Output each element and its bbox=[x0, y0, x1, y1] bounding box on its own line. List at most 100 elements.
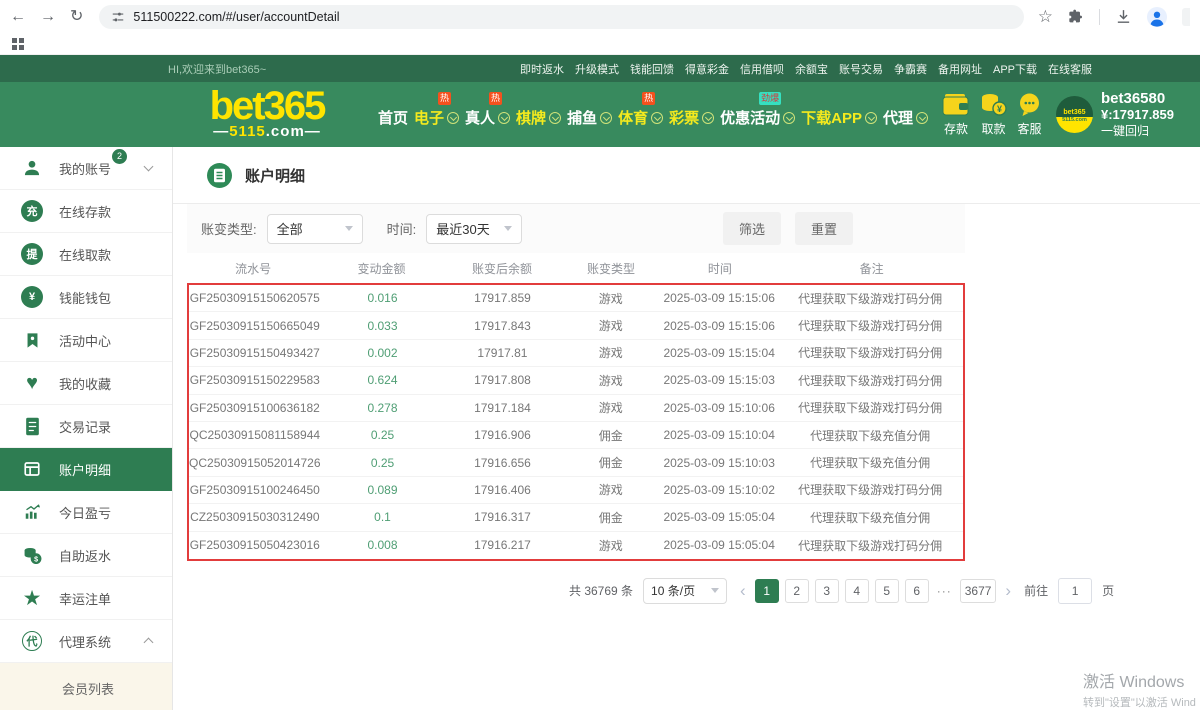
chevron-down-icon bbox=[702, 112, 714, 124]
address-bar[interactable]: 511500222.com/#/user/accountDetail bbox=[99, 5, 1023, 29]
cell-balance: 17917.808 bbox=[444, 373, 560, 387]
nav-item-sports[interactable]: 热体育 bbox=[618, 101, 663, 128]
sidebar-item-label: 我的收藏 bbox=[59, 374, 111, 393]
pager: ‹123456···3677› bbox=[737, 579, 1014, 603]
nav-item-home[interactable]: 首页 bbox=[378, 101, 408, 128]
cell-type: 佣金 bbox=[561, 509, 662, 526]
sidebar-item-label: 今日盈亏 bbox=[59, 503, 111, 522]
prev-page-button[interactable]: ‹ bbox=[737, 582, 749, 599]
reset-button[interactable]: 重置 bbox=[795, 212, 853, 245]
page-size-select[interactable]: 10 条/页 bbox=[643, 578, 727, 604]
cell-amount: 0.25 bbox=[321, 456, 445, 470]
sidebar-item-my-account[interactable]: 我的账号2 bbox=[0, 147, 172, 190]
account-info[interactable]: bet365 5115.com bet36580 ¥:17917.859 一键回… bbox=[1056, 90, 1174, 139]
time-select-value: 最近30天 bbox=[436, 219, 489, 238]
page-button-5[interactable]: 5 bbox=[875, 579, 899, 603]
downloads-icon[interactable] bbox=[1115, 8, 1132, 25]
cell-serial: GF25030915150620575 bbox=[189, 291, 321, 305]
column-header: 时间 bbox=[662, 260, 779, 277]
topbar-link[interactable]: 钱能回馈 bbox=[630, 61, 674, 77]
cell-serial: GF25030915050423016 bbox=[189, 538, 321, 552]
goto-page-input[interactable] bbox=[1058, 578, 1092, 604]
nav-item-agent[interactable]: 代理 bbox=[883, 101, 928, 128]
recall-balance-button[interactable]: 一键回归 bbox=[1101, 123, 1174, 139]
sidebar-item-online-withdraw[interactable]: 提在线取款 bbox=[0, 233, 172, 276]
nav-item-live[interactable]: 热真人 bbox=[465, 101, 510, 128]
topbar-link[interactable]: 争霸赛 bbox=[894, 61, 927, 77]
cell-type: 游戏 bbox=[561, 344, 662, 361]
topbar-link[interactable]: 在线客服 bbox=[1048, 61, 1092, 77]
withdraw-button[interactable]: ¥取款 bbox=[980, 93, 1007, 137]
sidebar-item-lucky-bets[interactable]: ★幸运注单 bbox=[0, 577, 172, 620]
sidebar-item-member-list[interactable]: 会员列表 bbox=[0, 663, 172, 710]
time-select[interactable]: 最近30天 bbox=[426, 214, 522, 244]
sidebar-item-label: 代理系统 bbox=[59, 632, 111, 651]
nav-item-slots[interactable]: 热电子 bbox=[414, 101, 459, 128]
nav-item-chess[interactable]: 棋牌 bbox=[516, 101, 561, 128]
topbar-link[interactable]: 得意彩金 bbox=[685, 61, 729, 77]
label-text: 我的账号 bbox=[59, 162, 111, 177]
cell-remark: 代理获取下级游戏打码分佣 bbox=[777, 372, 963, 389]
nav-label: 捕鱼 bbox=[567, 107, 597, 128]
page-button-6[interactable]: 6 bbox=[905, 579, 929, 603]
menu-partial-icon[interactable] bbox=[1182, 8, 1190, 26]
cell-remark: 代理获取下级充值分佣 bbox=[777, 427, 963, 444]
deposit-button[interactable]: 存款 bbox=[942, 93, 970, 137]
sidebar-item-qianneng-wallet[interactable]: ¥钱能钱包 bbox=[0, 276, 172, 319]
column-header: 流水号 bbox=[187, 260, 319, 277]
page-button-1[interactable]: 1 bbox=[755, 579, 779, 603]
cell-type: 游戏 bbox=[561, 317, 662, 334]
sidebar-item-today-pnl[interactable]: 今日盈亏 bbox=[0, 491, 172, 534]
sidebar-item-self-rebate[interactable]: $自助返水 bbox=[0, 534, 172, 577]
reload-icon[interactable]: ↻ bbox=[70, 9, 83, 25]
chevron-down-icon bbox=[711, 588, 719, 593]
topbar-link[interactable]: 账号交易 bbox=[839, 61, 883, 77]
cell-type: 游戏 bbox=[561, 537, 662, 554]
bookmark-star-icon[interactable]: ☆ bbox=[1038, 8, 1053, 25]
service-button[interactable]: 客服 bbox=[1017, 93, 1042, 137]
cell-amount: 0.1 bbox=[321, 510, 445, 524]
sidebar-item-online-deposit[interactable]: 充在线存款 bbox=[0, 190, 172, 233]
filter-button[interactable]: 筛选 bbox=[723, 212, 781, 245]
page-button-3[interactable]: 3 bbox=[815, 579, 839, 603]
page-button-4[interactable]: 4 bbox=[845, 579, 869, 603]
nav-item-lottery[interactable]: 彩票 bbox=[669, 101, 714, 128]
page-button-3677[interactable]: 3677 bbox=[960, 579, 997, 603]
chevron-down-icon bbox=[783, 112, 795, 124]
sidebar-item-account-detail[interactable]: 账户明细 bbox=[0, 448, 172, 491]
cell-balance: 17917.859 bbox=[444, 291, 560, 305]
label-text: 活动中心 bbox=[59, 334, 111, 349]
sidebar-item-my-favorites[interactable]: ♥我的收藏 bbox=[0, 362, 172, 405]
sidebar-item-transaction-records[interactable]: 交易记录 bbox=[0, 405, 172, 448]
column-header: 备注 bbox=[778, 260, 965, 277]
forward-icon[interactable]: → bbox=[40, 9, 56, 25]
sidebar-item-label: 自助返水 bbox=[59, 546, 111, 565]
table-header: 流水号变动金额账变后余额账变类型时间备注 bbox=[187, 253, 965, 283]
records-icon bbox=[20, 417, 44, 436]
topbar-link[interactable]: 即时返水 bbox=[520, 61, 564, 77]
cell-type: 游戏 bbox=[561, 290, 662, 307]
sidebar-item-agent-system[interactable]: 代代理系统 bbox=[0, 620, 172, 663]
nav-item-fishing[interactable]: 捕鱼 bbox=[567, 101, 612, 128]
page-button-2[interactable]: 2 bbox=[785, 579, 809, 603]
back-icon[interactable]: ← bbox=[10, 9, 26, 25]
label-text: 在线存款 bbox=[59, 205, 111, 220]
nav-item-promotions[interactable]: 劲爆优惠活动 bbox=[720, 101, 795, 128]
topbar-link[interactable]: 升级模式 bbox=[575, 61, 619, 77]
apps-grid-icon[interactable] bbox=[12, 38, 24, 50]
cell-balance: 17917.81 bbox=[444, 346, 560, 360]
topbar-link[interactable]: 信用借呗 bbox=[740, 61, 784, 77]
type-select[interactable]: 全部 bbox=[267, 214, 363, 244]
topbar-link[interactable]: APP下载 bbox=[993, 61, 1037, 77]
cell-time: 2025-03-09 15:05:04 bbox=[661, 510, 777, 524]
sidebar-item-activity-center[interactable]: 活动中心 bbox=[0, 319, 172, 362]
topbar-link[interactable]: 备用网址 bbox=[938, 61, 982, 77]
profile-avatar[interactable] bbox=[1147, 7, 1167, 27]
table-row: GF250309151002464500.08917916.406游戏2025-… bbox=[189, 477, 963, 504]
next-page-button[interactable]: › bbox=[1002, 582, 1014, 599]
topbar-link[interactable]: 余额宝 bbox=[795, 61, 828, 77]
site-logo[interactable]: bet365 —5115.com— bbox=[198, 89, 336, 140]
site-settings-icon[interactable] bbox=[111, 10, 125, 24]
nav-item-download-app[interactable]: 下载APP bbox=[801, 101, 877, 128]
extensions-icon[interactable] bbox=[1068, 9, 1084, 25]
